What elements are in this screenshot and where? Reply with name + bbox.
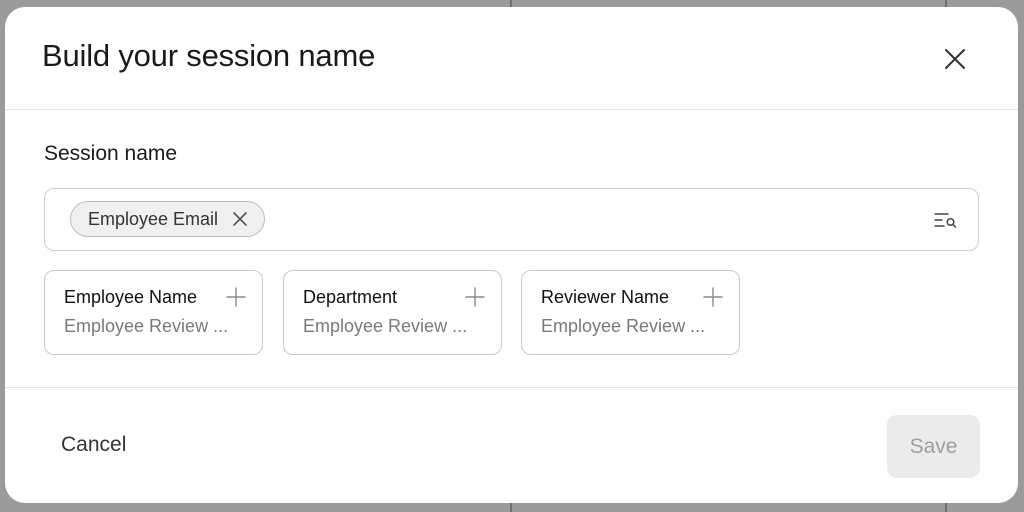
suggestion-card-department[interactable]: Department Employee Review ... xyxy=(283,270,502,355)
suggestion-card-employee-name[interactable]: Employee Name Employee Review ... xyxy=(44,270,263,355)
add-token-button[interactable] xyxy=(702,286,724,308)
dialog-title: Build your session name xyxy=(42,38,376,73)
list-search-icon xyxy=(934,213,957,228)
x-icon xyxy=(233,212,247,226)
save-button[interactable]: Save xyxy=(887,415,980,478)
close-button[interactable] xyxy=(937,41,973,77)
suggestion-title: Employee Name xyxy=(64,287,198,307)
add-token-button[interactable] xyxy=(464,286,486,308)
plus-icon xyxy=(465,287,485,307)
close-icon xyxy=(945,49,965,69)
add-token-button[interactable] xyxy=(225,286,247,308)
session-name-input[interactable]: Employee Email xyxy=(44,188,979,251)
suggestion-title: Reviewer Name xyxy=(541,287,670,307)
suggestion-subtitle: Employee Review ... xyxy=(541,316,706,336)
cancel-button[interactable]: Cancel xyxy=(45,421,142,469)
plus-icon xyxy=(703,287,723,307)
token-remove-button[interactable] xyxy=(232,211,248,227)
footer-divider xyxy=(5,387,1018,388)
suggestion-title: Department xyxy=(303,287,398,307)
session-name-label: Session name xyxy=(44,142,178,165)
token-chip[interactable]: Employee Email xyxy=(70,201,266,237)
plus-icon xyxy=(226,287,246,307)
suggestion-subtitle: Employee Review ... xyxy=(64,316,229,336)
dialog-header: Build your session name xyxy=(5,7,1018,110)
suggestion-card-reviewer-name[interactable]: Reviewer Name Employee Review ... xyxy=(521,270,740,355)
session-name-dialog: Build your session name Session name Emp… xyxy=(5,7,1018,503)
suggestion-subtitle: Employee Review ... xyxy=(303,316,468,336)
field-search-button[interactable] xyxy=(933,209,959,231)
token-chip-label: Employee Email xyxy=(88,208,219,229)
